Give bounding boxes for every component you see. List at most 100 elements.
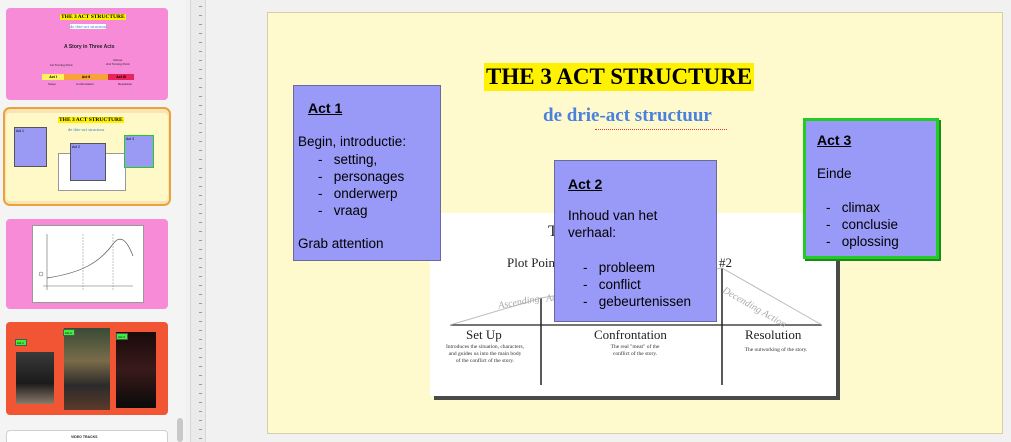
spellcheck-underline (595, 127, 727, 130)
ruler-tick (199, 6, 202, 7)
act2-textbox[interactable]: Act 2 Inhoud van het verhaal: - probleem… (554, 160, 717, 322)
slide-subtitle[interactable]: de drie-act structuur (543, 105, 712, 127)
ruler-tick (199, 114, 202, 115)
ruler-tick (199, 42, 202, 43)
act1-item-4: - vraag (318, 203, 368, 218)
ruler-tick (199, 132, 202, 133)
ruler-tick (199, 213, 202, 214)
thumb-sketch-drawing (38, 234, 134, 290)
act2-item-1: - probleem (583, 260, 656, 275)
thumb-act-bar: Act I Act II Act III (42, 74, 134, 80)
thumb-act2-tag-label: Act 2 (65, 331, 72, 335)
ruler-tick (199, 312, 202, 313)
thumb-act3-box: Act 3 (124, 135, 154, 168)
ruler-tick (199, 357, 202, 358)
slide-thumbnail-4[interactable]: Act 1 Act 2 Act 3 (6, 322, 168, 415)
thumb-turning-point-1: 1st Turning Point (50, 63, 73, 67)
ruler-tick (199, 438, 202, 439)
ruler-tick (199, 303, 202, 304)
act2-item-3-text: gebeurtenissen (598, 294, 692, 309)
thumb-sketch (32, 225, 144, 303)
thumb-photo-collage-middle (64, 328, 110, 410)
ruler-tick (199, 168, 202, 169)
act3-textbox[interactable]: Act 3 Einde - climax - conclusie - oplos… (803, 118, 939, 259)
ruler-tick (199, 231, 202, 232)
ruler-tick (199, 24, 202, 25)
act2-item-2-text: conflict (598, 277, 641, 292)
ruler-tick (199, 249, 202, 250)
ruler-tick (199, 96, 202, 97)
thumb-heading: A Story in Three Acts (64, 44, 115, 50)
slide-thumbnail-2[interactable]: THE 3 ACT STRUCTURE de drie-act structuu… (6, 113, 168, 201)
slide-thumbnail-1[interactable]: THE 3 ACT STRUCTURE de drie-act structuu… (6, 8, 168, 100)
thumb-act-i: Act I (42, 74, 64, 80)
ruler-tick (199, 222, 202, 223)
slide-thumbnail-5[interactable]: VIDEO TRACKS (6, 430, 168, 442)
diagram-plot-point-1: Plot Point (507, 255, 559, 270)
thumb-title: THE 3 ACT STRUCTURE (60, 14, 126, 20)
act3-item-1: - climax (826, 200, 881, 215)
ruler-tick (199, 186, 202, 187)
ruler-tick (199, 375, 202, 376)
ruler-tick (199, 177, 202, 178)
act3-item-3: - oplossing (826, 234, 899, 249)
act2-item-1-text: probleem (598, 260, 656, 275)
act1-footer: Grab attention (298, 236, 384, 251)
slide-filmstrip[interactable]: THE 3 ACT STRUCTURE de drie-act structuu… (0, 0, 185, 442)
act1-item-2-text: personages (333, 169, 405, 184)
thumb-act-note-2: Confrontation (76, 82, 95, 86)
ruler-tick (199, 159, 202, 160)
ruler-tick (199, 15, 202, 16)
act1-item-3-text: onderwerp (333, 186, 398, 201)
act2-item-3: - gebeurtenissen (583, 294, 692, 309)
act1-item-4-text: vraag (333, 203, 368, 218)
ruler-tick (199, 339, 202, 340)
ruler-tick (199, 321, 202, 322)
act1-item-3: - onderwerp (318, 186, 398, 201)
ruler-tick (199, 330, 202, 331)
thumb-act3-tag-label: Act 3 (118, 335, 125, 339)
diagram-resolution-note: The outworking of the story. (744, 347, 808, 353)
act1-textbox[interactable]: Act 1 Begin, introductie: - setting, - p… (293, 85, 441, 261)
thumb-act2-box: Act 2 (70, 143, 106, 181)
act2-heading: Act 2 (568, 176, 603, 192)
ruler-tick (199, 429, 202, 430)
thumb-photo-collage-left (16, 352, 54, 404)
ruler-tick (199, 411, 202, 412)
ruler-tick (199, 285, 202, 286)
diagram-confrontation-note: The real "meat" of the conflict of the s… (610, 344, 660, 357)
ruler-tick (199, 51, 202, 52)
diagram-section-confrontation: Confrontation (594, 327, 667, 342)
act1-item-2: - personages (318, 169, 405, 184)
ruler-tick (199, 294, 202, 295)
ruler-tick (199, 276, 202, 277)
ruler-tick (199, 87, 202, 88)
diagram-plot-point-2: #2 (719, 255, 732, 270)
filmstrip-scrollbar-thumb[interactable] (177, 418, 183, 442)
act1-item-1-text: setting, (333, 152, 378, 167)
act1-intro: Begin, introductie: (298, 134, 407, 149)
slide-thumbnail-3[interactable] (6, 219, 168, 309)
ruler-tick (199, 195, 202, 196)
thumb-act2-label: Act 2 (72, 145, 80, 149)
ruler-tick (199, 384, 202, 385)
thumb-act-note-3: Resolution (118, 82, 133, 86)
act2-intro-line-2: verhaal: (568, 225, 617, 240)
slide-title[interactable]: THE 3 ACT STRUCTURE (484, 63, 755, 91)
thumb-title: THE 3 ACT STRUCTURE (58, 117, 124, 123)
thumb-title: VIDEO TRACKS (71, 435, 98, 439)
ruler-tick (199, 204, 202, 205)
diagram-section-setup: Set Up (466, 327, 502, 342)
filmstrip-scrollbar[interactable] (176, 0, 184, 442)
act2-item-2: - conflict (583, 277, 641, 292)
thumb-act-ii: Act II (64, 74, 108, 80)
thumb-act-note-1: Setup (48, 82, 56, 86)
thumb-act1-tag-label: Act 1 (17, 341, 24, 345)
ruler-tick (199, 267, 202, 268)
thumb-act3-label: Act 3 (126, 137, 134, 141)
act3-item-2: - conclusie (826, 217, 899, 232)
act3-item-3-text: oplossing (841, 234, 899, 249)
diagram-setup-note: Introduces the situation, characters, an… (445, 344, 525, 364)
thumb-act1-label: Act 1 (16, 129, 24, 133)
thumb-subtitle: de drie-act structuur (68, 127, 105, 132)
